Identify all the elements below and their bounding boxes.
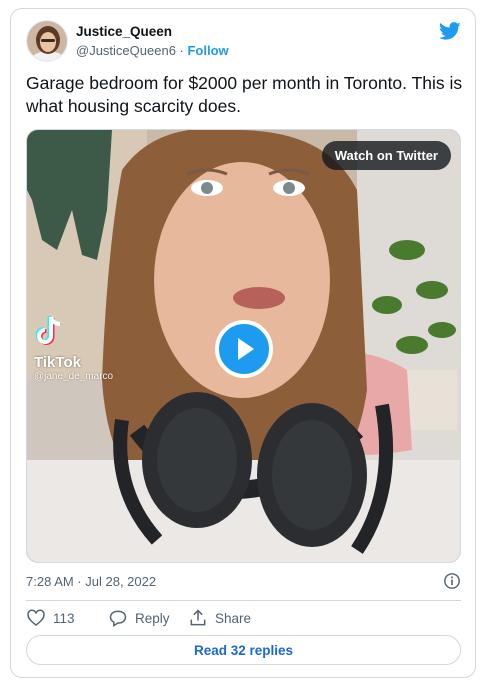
tiktok-logo-icon <box>35 316 61 345</box>
tweet-text: Garage bedroom for $2000 per month in To… <box>26 73 463 116</box>
avatar-photo-icon <box>27 21 67 61</box>
author-handle-row: @JusticeQueen6 · Follow <box>76 42 229 60</box>
info-icon[interactable] <box>443 572 461 590</box>
watch-on-twitter-button[interactable]: Watch on Twitter <box>321 141 451 170</box>
share-label: Share <box>215 610 252 626</box>
author-block: Justice_Queen @JusticeQueen6 · Follow <box>76 23 229 60</box>
like-count: 113 <box>53 610 75 626</box>
handle-separator: · <box>175 43 188 58</box>
share-icon <box>190 609 206 626</box>
reply-action[interactable]: Reply <box>108 608 170 628</box>
tiktok-username: @jane_de_marco <box>34 371 114 382</box>
tiktok-brand-text: TikTok <box>34 354 81 371</box>
twitter-bird-icon[interactable] <box>439 20 461 42</box>
play-button[interactable] <box>215 320 273 378</box>
author-display-name[interactable]: Justice_Queen <box>76 23 229 41</box>
tweet-header: Justice_Queen @JusticeQueen6 · Follow <box>26 20 461 66</box>
tweet-card: Justice_Queen @JusticeQueen6 · Follow Ga… <box>10 8 476 678</box>
heart-icon <box>27 609 45 627</box>
tweet-timestamp[interactable]: 7:28 AM · Jul 28, 2022 <box>26 574 156 589</box>
tiktok-watermark: TikTok @jane_de_marco <box>34 315 113 382</box>
video-media[interactable]: Watch on Twitter TikTok @jane_de_marco <box>26 129 461 563</box>
like-action[interactable]: 113 <box>26 608 75 628</box>
read-replies-button[interactable]: Read 32 replies <box>26 635 461 665</box>
avatar[interactable] <box>26 20 68 62</box>
share-action[interactable]: Share <box>188 608 251 628</box>
follow-button[interactable]: Follow <box>187 43 228 58</box>
author-handle[interactable]: @JusticeQueen6 <box>76 43 176 58</box>
reply-label: Reply <box>135 610 170 626</box>
divider <box>26 600 461 601</box>
play-icon <box>238 338 254 360</box>
reply-bubble-icon <box>109 610 127 627</box>
